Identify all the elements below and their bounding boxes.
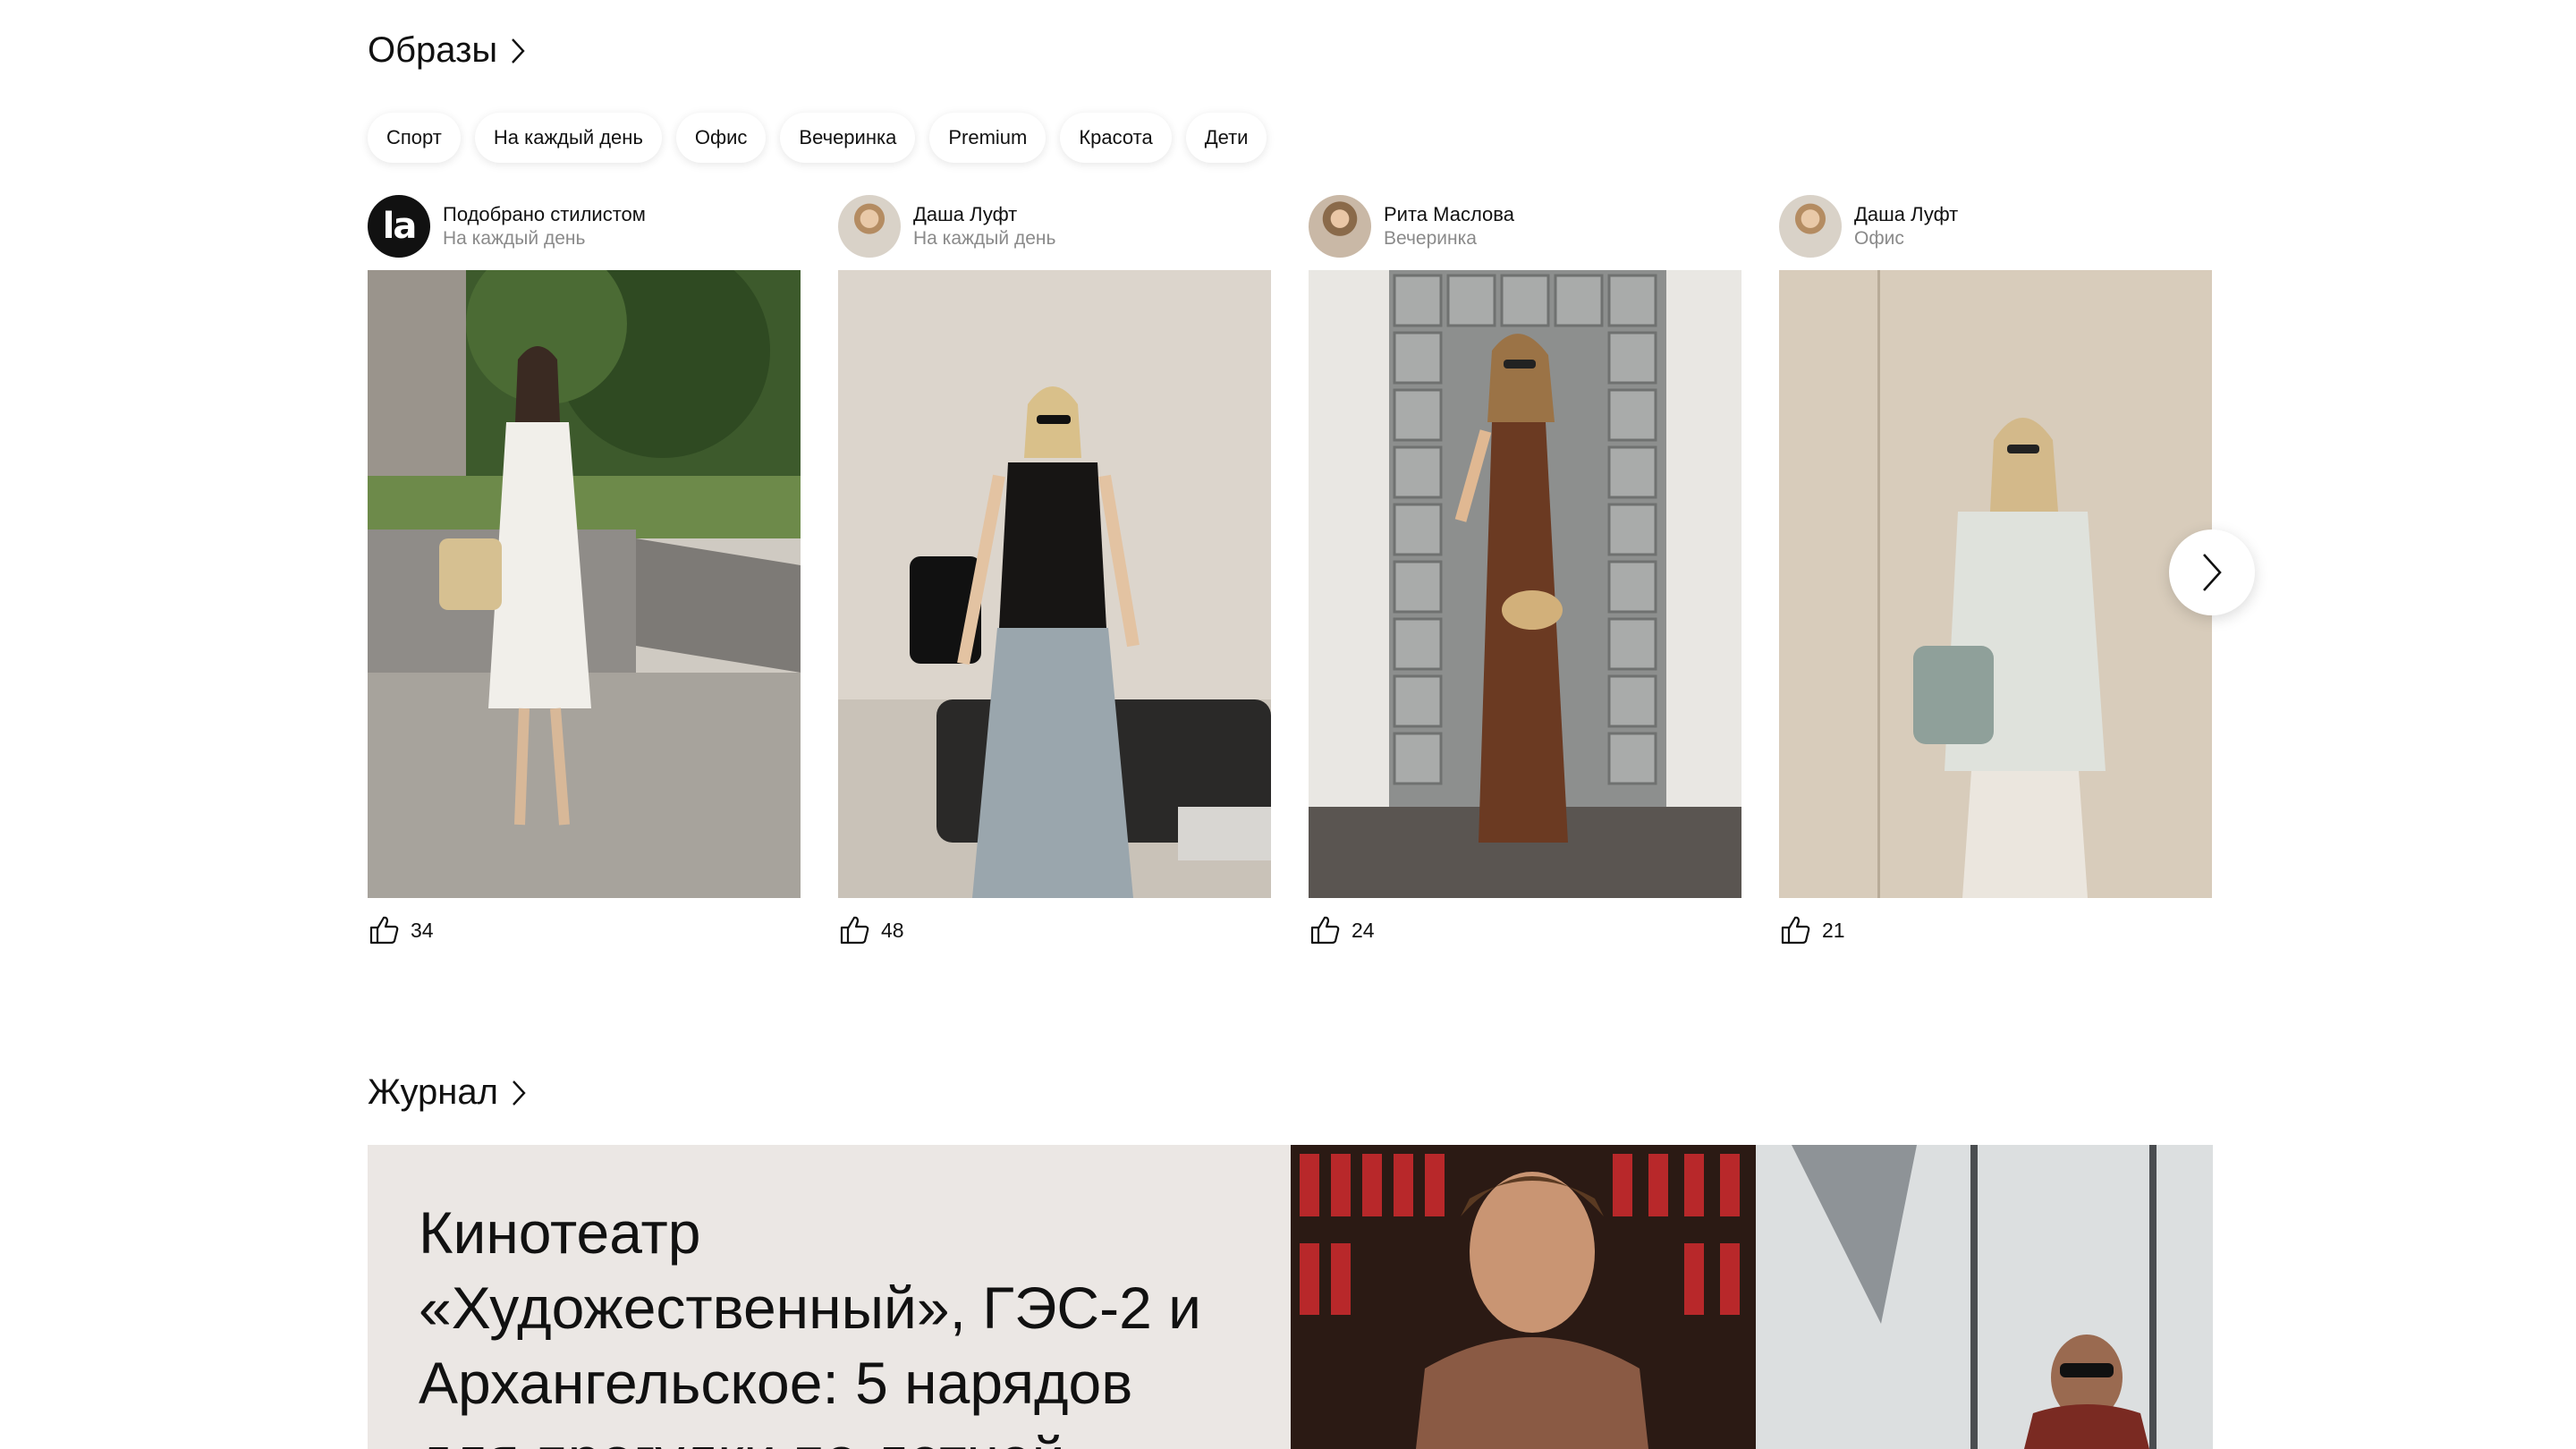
look-card: Даша Луфт На каждый день 48 [838, 195, 1271, 948]
like-button[interactable]: 24 [1309, 912, 1741, 948]
carousel-next-button[interactable] [2169, 530, 2255, 615]
journal-article-image [1291, 1145, 2213, 1449]
like-button[interactable]: 34 [368, 912, 801, 948]
look-photo[interactable] [1309, 270, 1741, 898]
card-author[interactable]: Рита Маслова Вечеринка [1309, 195, 1741, 258]
chip-everyday[interactable]: На каждый день [474, 113, 662, 163]
thumbs-up-icon [1781, 916, 1810, 945]
outfit-photo-image [838, 270, 1271, 898]
like-button[interactable]: 21 [1779, 912, 2212, 948]
look-category: На каждый день [443, 228, 586, 249]
look-category: На каждый день [913, 228, 1056, 249]
author-name: Подобрано стилистом [443, 203, 646, 225]
author-avatar [1779, 195, 1842, 258]
author-name: Даша Луфт [913, 203, 1018, 225]
chip-beauty[interactable]: Красота [1060, 113, 1172, 163]
chevron-right-icon [2203, 554, 2222, 591]
chip-office[interactable]: Офис [675, 113, 767, 163]
card-author[interactable]: Даша Луфт На каждый день [838, 195, 1271, 258]
chip-kids[interactable]: Дети [1185, 113, 1267, 163]
chevron-right-icon [513, 1080, 526, 1106]
chip-party[interactable]: Вечеринка [780, 113, 916, 163]
author-name: Даша Луфт [1854, 203, 1959, 225]
card-author[interactable]: la Подобрано стилистом На каждый день [368, 195, 801, 258]
look-category: Офис [1854, 228, 1904, 249]
chevron-right-icon [512, 38, 525, 64]
card-author[interactable]: Даша Луфт Офис [1779, 195, 2212, 258]
thumbs-up-icon [369, 916, 399, 945]
look-card: la Подобрано стилистом На каждый день 34 [368, 195, 801, 948]
likes-count: 24 [1352, 918, 1375, 942]
journal-article-card[interactable]: Кинотеатр «Художественный», ГЭС-2 и Арха… [368, 1145, 2213, 1449]
chip-premium[interactable]: Premium [929, 113, 1046, 163]
outfit-photo-image [368, 270, 801, 898]
page: Образы Спорт На каждый день Офис Вечерин… [0, 0, 2576, 1449]
author-avatar [838, 195, 901, 258]
look-photo[interactable] [1779, 270, 2212, 898]
look-card: Даша Луфт Офис 21 [1779, 195, 2212, 948]
likes-count: 21 [1822, 918, 1845, 942]
looks-section-title[interactable]: Образы [368, 30, 526, 71]
likes-count: 48 [881, 918, 904, 942]
outfit-photo-image [1309, 270, 1741, 898]
look-card: Рита Маслова Вечеринка 24 [1309, 195, 1741, 948]
look-photo[interactable] [368, 270, 801, 898]
like-button[interactable]: 48 [838, 912, 1271, 948]
author-name: Рита Маслова [1384, 203, 1514, 225]
journal-section-title[interactable]: Журнал [368, 1072, 527, 1113]
look-photo[interactable] [838, 270, 1271, 898]
likes-count: 34 [411, 918, 434, 942]
brand-logo-avatar: la [368, 195, 430, 258]
article-photo-image [1291, 1145, 2213, 1449]
thumbs-up-icon [840, 916, 869, 945]
looks-title-text: Образы [368, 30, 498, 70]
look-category: Вечеринка [1384, 228, 1477, 249]
thumbs-up-icon [1310, 916, 1340, 945]
category-chips: Спорт На каждый день Офис Вечеринка Prem… [368, 113, 1267, 163]
journal-title-text: Журнал [368, 1072, 498, 1112]
chip-sport[interactable]: Спорт [368, 113, 461, 163]
outfit-photo-image [1779, 270, 2212, 898]
author-avatar [1309, 195, 1371, 258]
brand-logo-text: la [382, 206, 418, 247]
journal-article-title: Кинотеатр «Художественный», ГЭС-2 и Арха… [419, 1199, 1201, 1449]
